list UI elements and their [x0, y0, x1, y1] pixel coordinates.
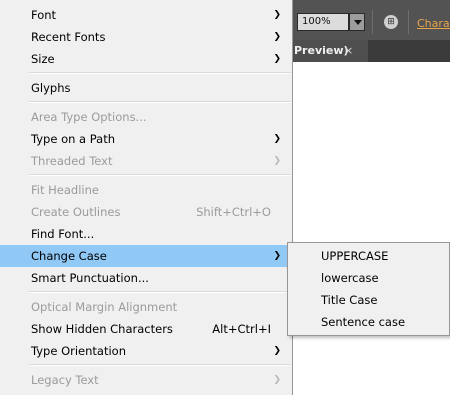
submenu-item-label: lowercase: [321, 271, 379, 285]
submenu-item-title-case[interactable]: Title Case: [288, 289, 450, 311]
menu-item-label: Threaded Text: [31, 154, 113, 168]
submenu-item-label: Title Case: [321, 293, 378, 307]
menu-item-label: Smart Punctuation...: [31, 271, 149, 285]
submenu-arrow-icon: ❯: [273, 251, 281, 261]
menu-item-label: Fit Headline: [31, 183, 99, 197]
change-case-submenu: UPPERCASE lowercase Title Case Sentence …: [287, 242, 450, 336]
submenu-item-label: UPPERCASE: [321, 249, 389, 263]
close-tab-icon[interactable]: ×: [344, 40, 353, 62]
menu-item-label: Show Hidden Characters: [31, 322, 173, 336]
menu-separator: [29, 174, 291, 176]
submenu-arrow-icon: ❯: [273, 10, 281, 20]
menu-item-area-type-options: Area Type Options...: [0, 106, 292, 128]
submenu-arrow-icon: ❯: [273, 54, 281, 64]
menu-item-size[interactable]: Size ❯: [0, 48, 292, 70]
menu-item-smart-punctuation[interactable]: Smart Punctuation...: [0, 267, 292, 289]
zoom-input[interactable]: 100%: [297, 13, 349, 31]
menu-item-label: Recent Fonts: [31, 30, 106, 44]
menu-item-glyphs[interactable]: Glyphs: [0, 77, 292, 99]
submenu-item-sentence-case[interactable]: Sentence case: [288, 311, 450, 333]
menu-item-fit-headline: Fit Headline: [0, 179, 292, 201]
document-canvas[interactable]: [292, 62, 450, 395]
menu-item-shortcut: Alt+Ctrl+I: [212, 322, 271, 336]
menu-item-label: Type on a Path: [31, 132, 116, 146]
type-menu: Font ❯ Recent Fonts ❯ Size ❯ Glyphs Area…: [0, 0, 293, 395]
document-tab[interactable]: Preview): [292, 40, 368, 62]
menu-item-find-font[interactable]: Find Font...: [0, 223, 292, 245]
menu-item-label: Size: [31, 52, 55, 66]
zoom-dropdown-arrow-icon[interactable]: [349, 13, 365, 31]
menu-item-label: Create Outlines: [31, 205, 121, 219]
arrange-documents-icon[interactable]: ⊞: [384, 15, 398, 29]
menu-item-type-on-a-path[interactable]: Type on a Path ❯: [0, 128, 292, 150]
menu-item-label: Change Case: [31, 249, 107, 263]
menu-separator: [29, 72, 291, 74]
menu-item-create-outlines: Create Outlines Shift+Ctrl+O: [0, 201, 292, 223]
menu-item-threaded-text: Threaded Text ❯: [0, 150, 292, 172]
submenu-arrow-icon: ❯: [273, 156, 281, 166]
menu-separator: [29, 364, 291, 366]
menu-item-optical-margin-alignment: Optical Margin Alignment: [0, 296, 292, 318]
submenu-item-uppercase[interactable]: UPPERCASE: [288, 245, 450, 267]
submenu-arrow-icon: ❯: [273, 32, 281, 42]
toolbar-divider: [408, 10, 409, 34]
submenu-arrow-icon: ❯: [273, 346, 281, 356]
menu-item-label: Type Orientation: [31, 344, 126, 358]
menu-item-label: Legacy Text: [31, 373, 99, 387]
menu-item-change-case[interactable]: Change Case ❯: [0, 245, 292, 267]
menu-item-label: Area Type Options...: [31, 110, 147, 124]
menu-item-recent-fonts[interactable]: Recent Fonts ❯: [0, 26, 292, 48]
menu-item-font[interactable]: Font ❯: [0, 4, 292, 26]
document-tab-title: Preview): [294, 44, 349, 57]
toolbar-divider: [372, 10, 373, 34]
menu-item-shortcut: Shift+Ctrl+O: [196, 205, 271, 219]
menu-item-label: Optical Margin Alignment: [31, 300, 178, 314]
submenu-arrow-icon: ❯: [273, 134, 281, 144]
menu-item-label: Find Font...: [31, 227, 95, 241]
submenu-item-label: Sentence case: [321, 315, 406, 329]
menu-item-type-orientation[interactable]: Type Orientation ❯: [0, 340, 292, 362]
submenu-arrow-icon: ❯: [273, 375, 281, 385]
submenu-item-lowercase[interactable]: lowercase: [288, 267, 450, 289]
menu-separator: [29, 101, 291, 103]
menu-item-label: Font: [31, 8, 57, 22]
menu-item-label: Glyphs: [31, 81, 71, 95]
menu-separator: [29, 291, 291, 293]
menu-item-legacy-text: Legacy Text ❯: [0, 369, 292, 391]
character-panel-link[interactable]: Charac: [417, 17, 450, 30]
menu-item-show-hidden-characters[interactable]: Show Hidden Characters Alt+Ctrl+I: [0, 318, 292, 340]
